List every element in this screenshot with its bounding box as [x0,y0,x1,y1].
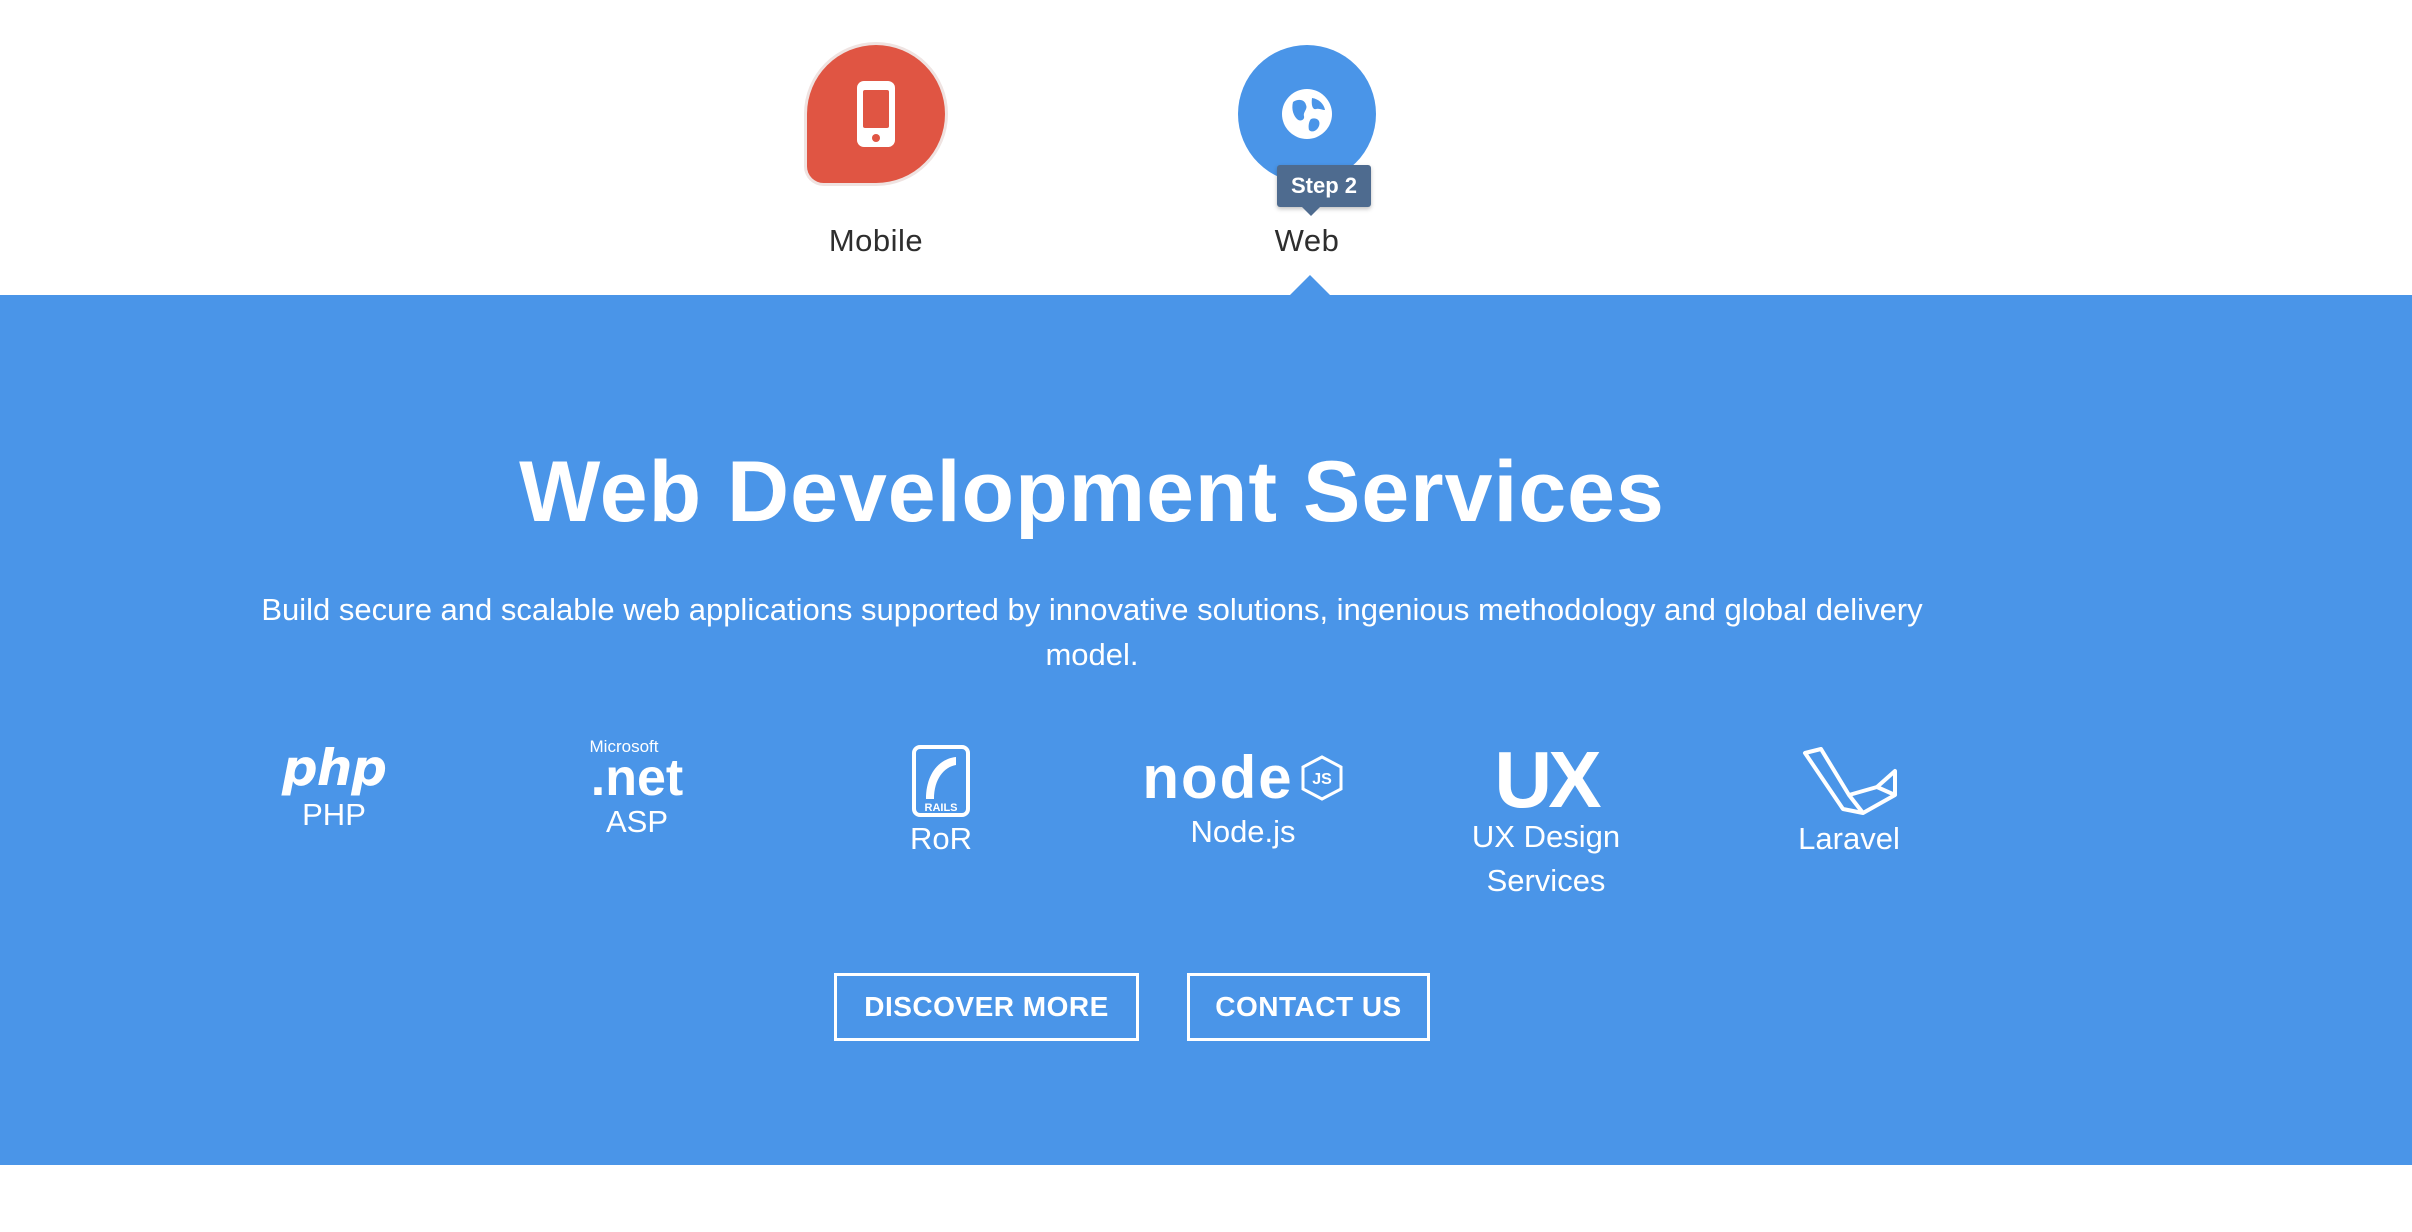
tech-label-laravel: Laravel [1798,821,1900,856]
globe-icon [1282,89,1332,139]
tab-web[interactable]: Web [1207,45,1407,259]
dotnet-logo-text: .net [590,749,684,807]
tech-label-nodejs: Node.js [1190,814,1296,849]
rails-logo-icon: RAILS [826,745,1056,817]
section-title: Web Development Services [519,444,1665,540]
tab-mobile[interactable]: Mobile [776,45,976,259]
web-tab-icon-badge [1238,45,1376,183]
nodejs-logo-icon: node JS [1128,745,1358,810]
tech-label-php: PHP [302,797,366,832]
section-description: Build secure and scalable web applicatio… [261,592,1923,672]
smartphone-icon [857,81,895,147]
dotnet-logo-icon: Microsoft .net [522,738,752,807]
nodejs-logo-text: node [1142,743,1294,811]
tech-item-ux: UX UX Design Services [1431,735,1661,903]
mobile-tab-icon-badge [807,45,945,183]
tech-label-ux: UX Design Services [1471,819,1621,898]
tab-web-label: Web [1274,223,1340,258]
tech-label-asp: ASP [605,804,669,839]
tab-strip: Mobile Web Step 2 [0,0,2412,295]
tech-item-php: php PHP [219,743,449,837]
web-services-panel: Web Development Services Build secure an… [0,275,2412,1165]
php-logo-icon: php [219,743,449,793]
tech-item-ror: RAILS RoR [826,745,1056,861]
tech-item-asp: Microsoft .net ASP [522,738,752,844]
tab-mobile-label: Mobile [828,223,924,258]
tech-item-nodejs: node JS Node.js [1128,745,1358,854]
rails-badge-icon: RAILS [912,745,970,817]
php-logo-text: php [281,739,387,797]
laravel-logo-icon [1734,745,1964,817]
discover-more-button[interactable]: DISCOVER MORE [834,973,1139,1041]
tech-item-laravel: Laravel [1734,745,1964,861]
active-tab-pointer [1290,275,1330,295]
laravel-mark-icon [1803,747,1897,815]
rails-logo-text: RAILS [925,802,958,814]
contact-us-button[interactable]: CONTACT US [1187,973,1430,1041]
ux-logo-icon: UX [1431,735,1661,824]
step-tooltip: Step 2 [1277,165,1372,216]
ux-logo-text: UX [1494,735,1601,824]
js-badge-text: JS [1312,771,1332,788]
tech-label-ror: RoR [909,821,972,856]
js-hexagon-icon: JS [1301,754,1343,801]
